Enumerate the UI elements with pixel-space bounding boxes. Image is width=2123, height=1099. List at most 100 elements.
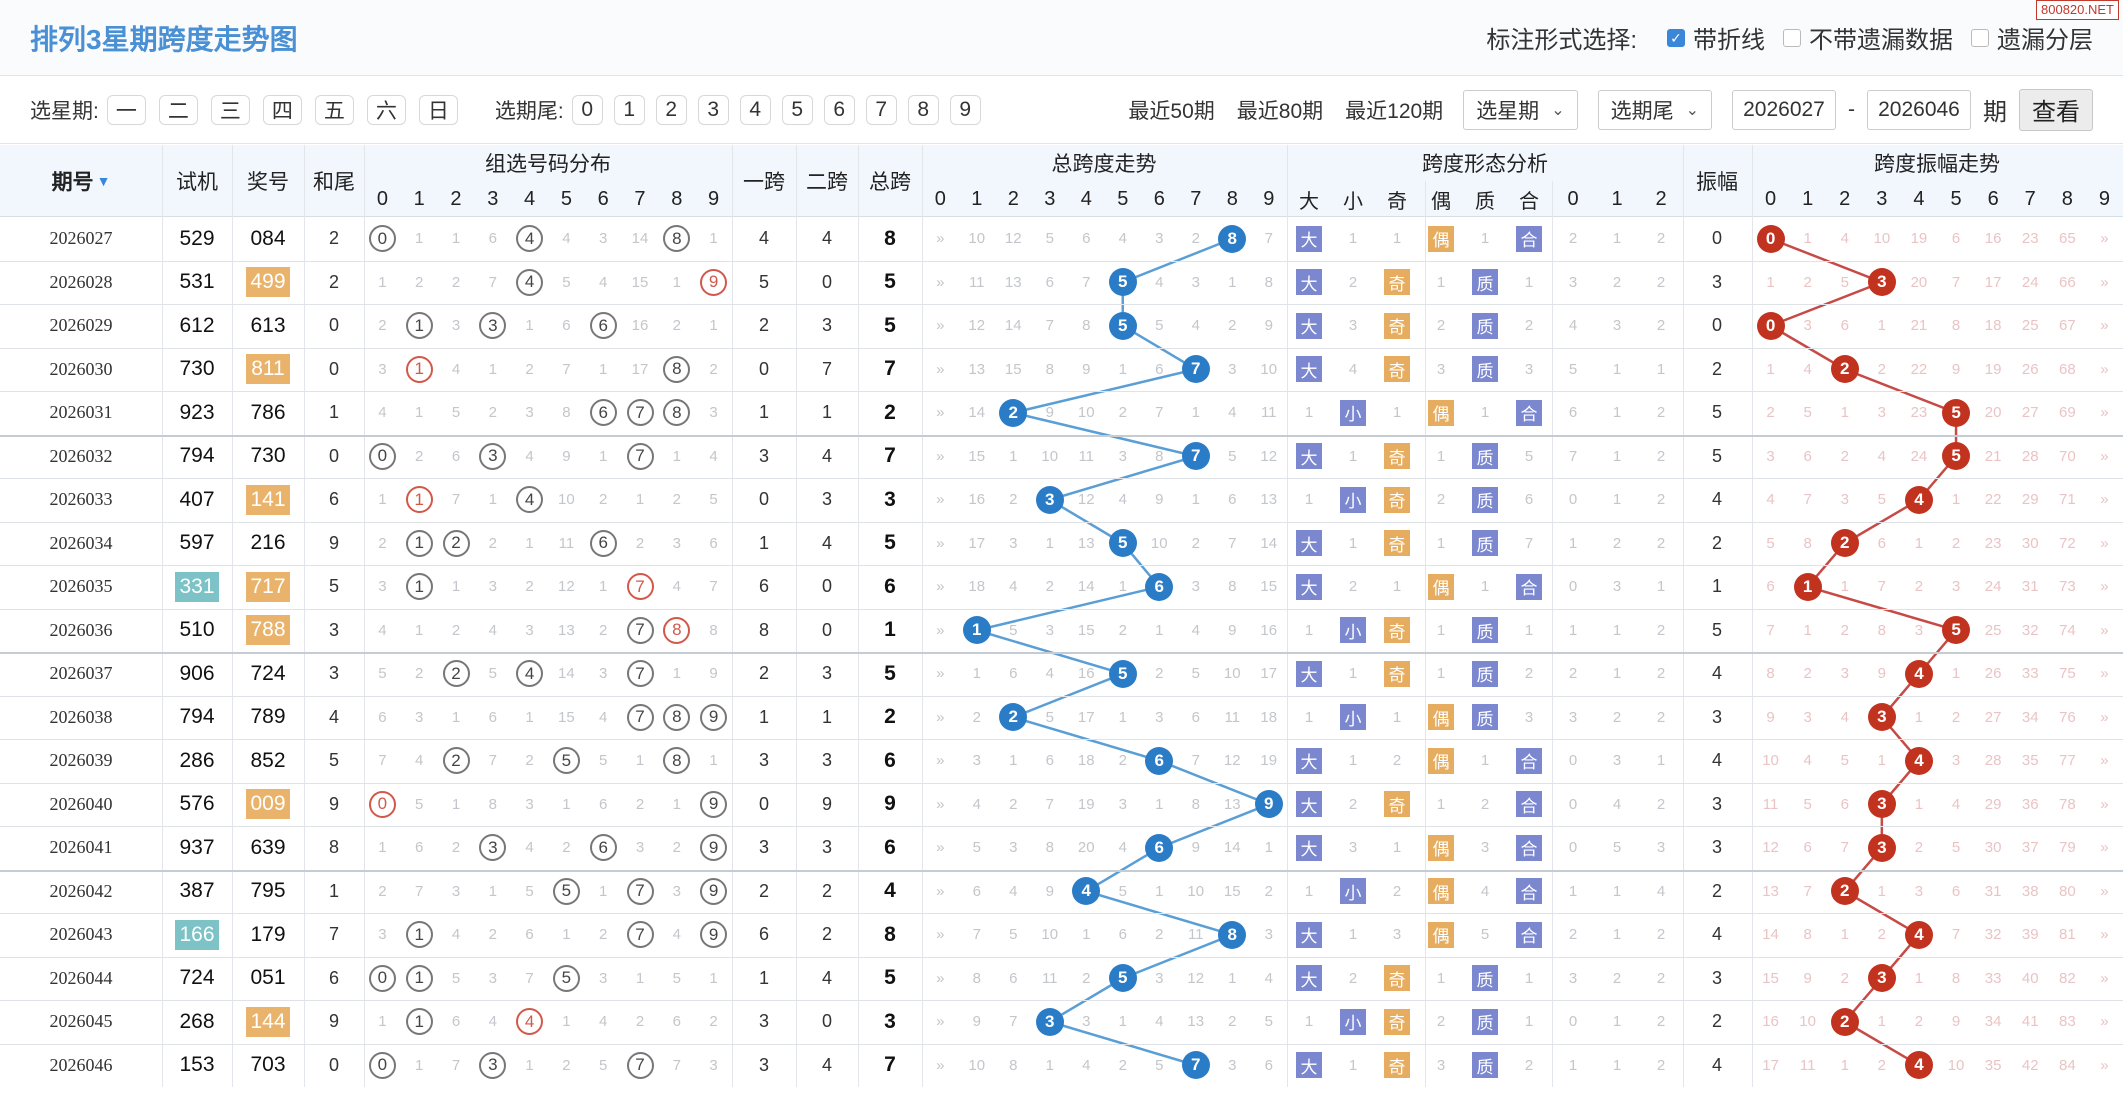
query-button[interactable]: 查看: [2019, 88, 2093, 131]
end-period-input[interactable]: 2026046: [1867, 89, 1971, 130]
miss-count-cell: 1: [1118, 1013, 1127, 1031]
miss-count-cell: 11: [1260, 404, 1277, 422]
miss-count-cell: 7: [1840, 839, 1849, 857]
miss-count-cell: 3: [1082, 1013, 1091, 1031]
form-tag: 质: [1472, 660, 1498, 687]
weekday-chip[interactable]: 六: [366, 94, 406, 125]
miss-count-cell: 3: [488, 578, 497, 596]
weekday-chip[interactable]: 三: [210, 94, 250, 125]
miss-count-cell: 2: [1436, 491, 1446, 509]
option-line-checkbox[interactable]: ✓ 带折线: [1667, 20, 1765, 55]
form-tag: 大: [1296, 660, 1322, 687]
amplitude-cell: 3: [1711, 837, 1722, 858]
miss-count-cell: 16: [1984, 230, 2002, 248]
miss-count-cell: 7: [415, 882, 424, 900]
weekday-chip[interactable]: 日: [418, 94, 458, 125]
miss-count-cell: 2: [1191, 230, 1200, 248]
period-cell: 2026032: [49, 445, 113, 466]
miss-count-cell: 5: [1568, 360, 1578, 378]
weekday-chip[interactable]: 一: [106, 94, 146, 125]
miss-count-cell: 2: [1877, 1056, 1887, 1074]
test-number-cell: 612: [179, 313, 215, 337]
prize-number-cell: 009: [246, 789, 290, 820]
tail-chip[interactable]: 9: [949, 94, 981, 125]
digit-header: 0: [376, 187, 388, 210]
miss-count-cell: 7: [1009, 1013, 1018, 1031]
miss-count-cell: 6: [1840, 317, 1849, 335]
checkbox-icon[interactable]: [1783, 28, 1801, 47]
miss-count-cell: 1: [1191, 404, 1200, 422]
option-layer-checkbox[interactable]: 遗漏分层: [1971, 20, 2093, 55]
form-header: 0: [1567, 187, 1579, 210]
period-cell: 2026040: [49, 793, 113, 814]
span-ball: 5: [1108, 964, 1137, 993]
start-period-input[interactable]: 2026027: [1732, 89, 1836, 130]
weekday-chip[interactable]: 二: [158, 94, 198, 125]
weekday-chip[interactable]: 五: [314, 94, 354, 125]
miss-count-cell: 4: [972, 795, 981, 813]
sort-desc-icon[interactable]: ▼: [97, 173, 111, 189]
repeat-digit-ring: 1: [405, 486, 433, 514]
tail-chip[interactable]: 8: [907, 94, 939, 125]
total-span-cell: 5: [884, 966, 896, 990]
form-header: 小: [1343, 190, 1363, 213]
miss-count-cell: 1: [1392, 578, 1402, 596]
miss-count-cell: 12: [1260, 447, 1278, 465]
miss-count-cell: »: [2100, 839, 2109, 857]
hewei-cell: 4: [328, 706, 339, 727]
tail-chip[interactable]: 3: [697, 94, 729, 125]
miss-count-cell: 1: [1009, 752, 1018, 770]
weekday-label: 选星期:: [30, 99, 99, 123]
period-cell: 2026030: [49, 358, 113, 379]
miss-count-cell: 2: [972, 708, 981, 726]
tail-chip[interactable]: 5: [781, 94, 813, 125]
miss-count-cell: 1: [599, 882, 608, 900]
miss-count-cell: 1: [1612, 447, 1622, 465]
amplitude-ball: 5: [1942, 616, 1971, 645]
recent-80-link[interactable]: 最近80期: [1237, 95, 1323, 125]
recent-50-link[interactable]: 最近50期: [1128, 95, 1214, 125]
weekday-select[interactable]: 选星期 ⌄: [1463, 89, 1578, 130]
tail-select[interactable]: 选期尾 ⌄: [1597, 89, 1712, 130]
miss-count-cell: 3: [1191, 273, 1200, 291]
miss-count-cell: 0: [1568, 752, 1578, 770]
miss-count-cell: 1: [1480, 578, 1490, 596]
weekday-chip[interactable]: 四: [262, 94, 302, 125]
miss-count-cell: 1: [1436, 795, 1446, 813]
miss-count-cell: 2: [378, 534, 387, 552]
miss-count-cell: 3: [1914, 621, 1924, 639]
miss-count-cell: 2: [378, 317, 387, 335]
miss-count-cell: 3: [525, 404, 534, 422]
miss-count-cell: 2: [488, 926, 497, 944]
miss-count-cell: 67: [2059, 317, 2076, 335]
miss-count-cell: 7: [1264, 230, 1273, 248]
miss-count-cell: »: [2100, 708, 2109, 726]
tail-chip[interactable]: 6: [823, 94, 855, 125]
miss-count-cell: 8: [1045, 360, 1054, 378]
miss-count-cell: 31: [1984, 882, 2002, 900]
span1-cell: 3: [758, 837, 769, 858]
miss-count-cell: 77: [2059, 752, 2076, 770]
miss-count-cell: 1: [1840, 926, 1849, 944]
checkbox-checked-icon[interactable]: ✓: [1667, 28, 1685, 47]
option-no-miss-checkbox[interactable]: 不带遗漏数据: [1783, 20, 1953, 55]
tail-chip[interactable]: 2: [655, 94, 687, 125]
checkbox-icon[interactable]: [1971, 28, 1989, 47]
miss-count-cell: 9: [1155, 491, 1164, 509]
amplitude-cell: 2: [1711, 1011, 1722, 1032]
column-header-period[interactable]: 期号 ▼: [11, 163, 151, 199]
miss-count-cell: 2: [1568, 230, 1578, 248]
miss-count-cell: 31: [2021, 578, 2039, 596]
tail-chip[interactable]: 7: [865, 94, 897, 125]
tail-chip[interactable]: 1: [613, 94, 645, 125]
miss-count-cell: 22: [1910, 360, 1928, 378]
tail-chip[interactable]: 4: [739, 94, 771, 125]
site-tag[interactable]: 800820.NET: [2036, 0, 2119, 20]
miss-count-cell: 14: [1762, 926, 1779, 944]
hit-digit-ring: 5: [552, 747, 580, 775]
miss-count-cell: 10: [1041, 926, 1059, 944]
miss-count-cell: 0: [1568, 1013, 1578, 1031]
tail-chip[interactable]: 0: [571, 94, 603, 125]
recent-120-link[interactable]: 最近120期: [1345, 95, 1443, 125]
amplitude-cell: 2: [1711, 880, 1722, 901]
